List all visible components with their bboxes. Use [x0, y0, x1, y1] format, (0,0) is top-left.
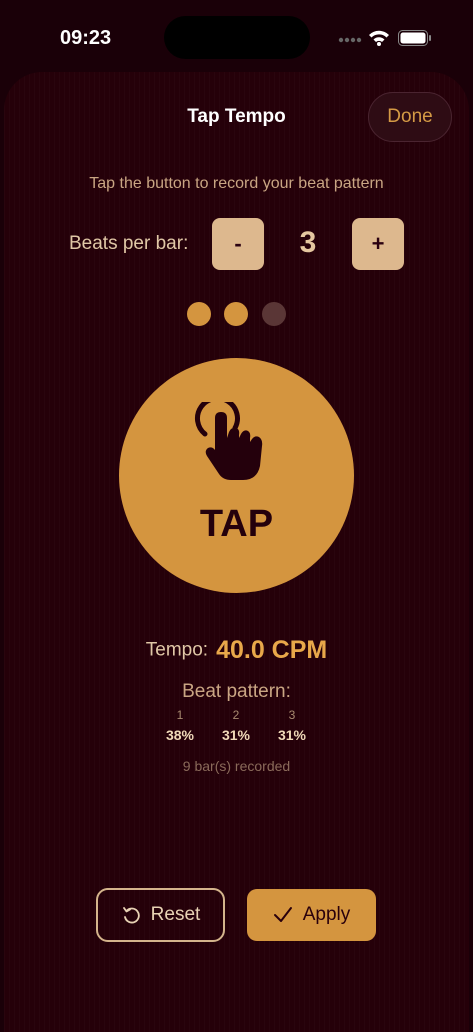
beat-pattern-column: 3 31% [267, 708, 317, 743]
beats-per-bar-value: 3 [299, 226, 317, 259]
tempo-label: Tempo: [145, 639, 209, 661]
reset-button[interactable]: Reset [96, 888, 225, 942]
beat-pattern-column: 2 31% [211, 708, 261, 743]
beat-number: 1 [176, 708, 184, 722]
status-bar: 09:23 [0, 0, 473, 70]
beat-indicator-dot [187, 302, 211, 326]
tap-button[interactable]: TAP [119, 358, 354, 593]
tempo-readout: Tempo: 40.0 CPM [0, 636, 473, 665]
reset-label: Reset [150, 904, 201, 925]
beat-indicator-dot [224, 302, 248, 326]
beat-number: 2 [232, 708, 240, 722]
increase-beats-button[interactable]: + [352, 218, 404, 270]
beat-pattern-column: 1 38% [155, 708, 205, 743]
done-button[interactable]: Done [368, 92, 452, 142]
beat-indicator-dot [262, 302, 286, 326]
tap-label: TAP [199, 503, 274, 545]
beat-percentage: 31% [221, 727, 251, 743]
dynamic-island [164, 16, 310, 59]
tap-hand-icon [194, 402, 263, 480]
beat-percentage: 38% [165, 727, 195, 743]
beats-per-bar-label: Beats per bar: [69, 233, 189, 254]
reset-icon [122, 907, 140, 924]
cellular-signal-icon [338, 37, 362, 43]
apply-button[interactable]: Apply [247, 889, 376, 941]
beat-number: 3 [288, 708, 296, 722]
status-time: 09:23 [60, 27, 112, 49]
bars-recorded-text: 9 bar(s) recorded [182, 758, 291, 774]
instruction-text: Tap the button to record your beat patte… [89, 175, 384, 192]
apply-label: Apply [302, 904, 351, 925]
beat-percentage: 31% [277, 727, 307, 743]
battery-icon [398, 30, 431, 46]
tempo-value: 40.0 CPM [216, 636, 328, 664]
wifi-icon [369, 30, 389, 46]
checkmark-icon [273, 907, 292, 922]
decrease-beats-button[interactable]: - [212, 218, 264, 270]
beat-pattern-title: Beat pattern: [182, 681, 291, 702]
